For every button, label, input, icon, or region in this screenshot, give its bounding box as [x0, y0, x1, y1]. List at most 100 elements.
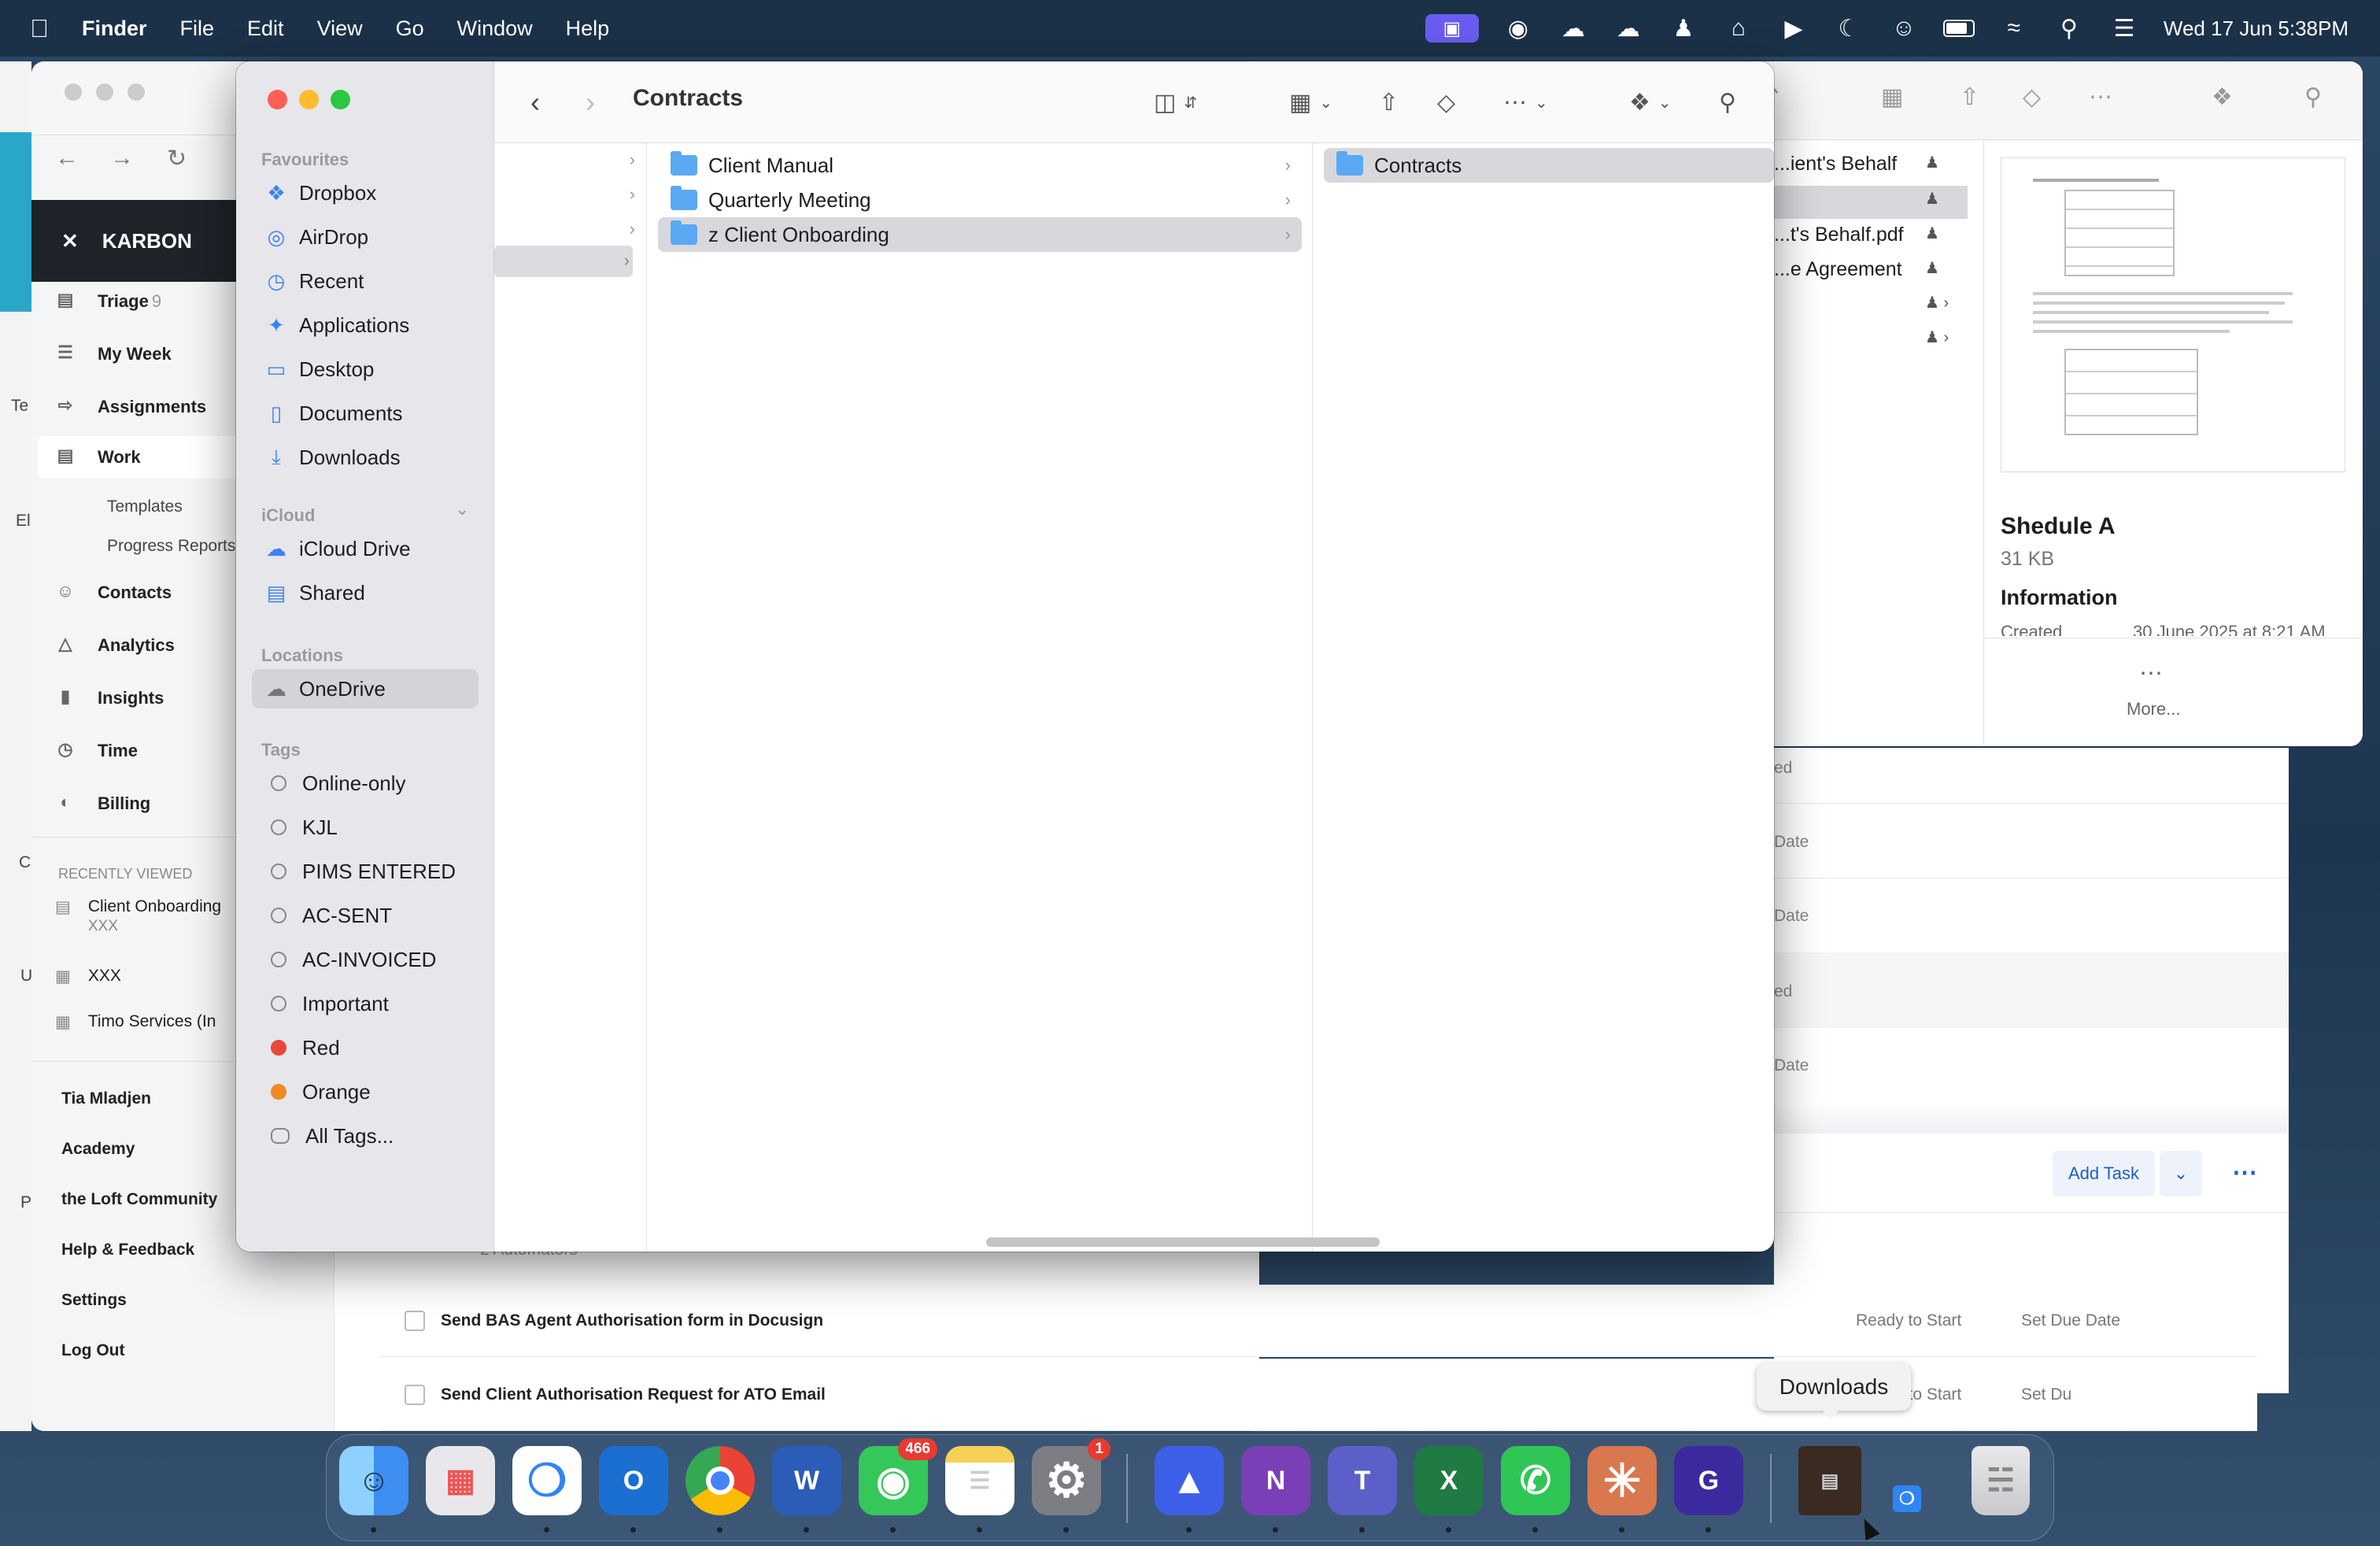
selected-row-highlight[interactable]: ›	[494, 246, 633, 277]
nav-profile[interactable]: Tia Mladjen	[61, 1089, 151, 1108]
sidebar-tag-red[interactable]: Red	[252, 1028, 479, 1067]
sidebar-tag-all-tags[interactable]: All Tags...	[252, 1116, 479, 1156]
more-icon[interactable]: ⋯	[2139, 660, 2163, 687]
share-icon[interactable]: ⇧	[1379, 85, 1399, 120]
teams-icon[interactable]: ♟	[1668, 14, 1699, 43]
recent-item[interactable]: ▤ Client Onboarding XXX	[55, 897, 221, 935]
reload-icon[interactable]: ↻	[167, 145, 187, 172]
chevron-down-icon[interactable]: ⌄	[455, 499, 469, 520]
due-date-text[interactable]: Date	[1774, 833, 1809, 852]
sidebar-item-downloads[interactable]: ⤓ Downloads	[252, 438, 479, 477]
recent-item[interactable]: ▦ Timo Services (In	[55, 1012, 216, 1032]
sidebar-item-onedrive[interactable]: ☁ OneDrive	[252, 669, 479, 708]
group-icon[interactable]: ▦	[1881, 83, 1903, 111]
sidebar-tag-pims-entered[interactable]: PIMS ENTERED	[252, 852, 479, 891]
sidebar-item-applications[interactable]: ✦ Applications	[252, 305, 479, 345]
search-icon[interactable]: ⚲	[1719, 85, 1736, 120]
cloud-sync-icon[interactable]: ☁	[1558, 14, 1589, 43]
dock-app-system-settings[interactable]: ⚙ 1	[1032, 1438, 1111, 1533]
nav-progress-reports[interactable]: Progress Reports	[107, 537, 235, 556]
nav-analytics[interactable]: △ Analytics	[54, 634, 175, 657]
sidebar-tag-ac-sent[interactable]: AC-SENT	[252, 896, 479, 935]
forward-icon[interactable]: →	[110, 145, 134, 172]
onedrive-icon[interactable]: ☁	[1613, 14, 1644, 43]
group-icon[interactable]: ▦ ⌄	[1289, 85, 1332, 120]
dock-app-launchpad[interactable]: ▦	[426, 1446, 495, 1515]
nav-my-week[interactable]: ☰ My Week	[54, 342, 172, 366]
vpn-icon[interactable]: ⌂	[1723, 14, 1754, 43]
zoom-button[interactable]	[331, 90, 350, 109]
menubar-clock[interactable]: Wed 17 Jun 5:38PM	[2164, 17, 2349, 41]
search-icon[interactable]: ⚲	[2304, 83, 2322, 111]
moon-icon[interactable]: ☾	[1833, 14, 1864, 43]
nav-templates[interactable]: Templates	[107, 497, 183, 516]
nav-contacts[interactable]: ☺ Contacts	[54, 581, 172, 605]
nav-insights[interactable]: ▮ Insights	[54, 686, 164, 710]
due-date-text[interactable]: Date	[1774, 907, 1809, 926]
more-icon[interactable]: ⋯	[2089, 83, 2112, 111]
battery-icon[interactable]	[1942, 14, 1975, 43]
sidebar-tag-online-only[interactable]: Online-only	[252, 764, 479, 803]
nav-loft-community[interactable]: the Loft Community	[61, 1190, 217, 1209]
nav-time[interactable]: ◷ Time	[54, 739, 138, 763]
minimize-button[interactable]	[299, 90, 319, 109]
control-center-icon[interactable]: ☰	[2108, 14, 2140, 43]
menu-app-name[interactable]: Finder	[82, 17, 147, 41]
sidebar-item-shared[interactable]: ▤ Shared	[252, 573, 479, 612]
file-row[interactable]: ...t's Behalf.pdf	[1774, 224, 1904, 246]
menu-help[interactable]: Help	[566, 17, 610, 41]
tag-icon[interactable]: ◇	[2023, 83, 2041, 111]
task-checkbox[interactable]	[405, 1310, 425, 1331]
dock-app-word[interactable]: W	[772, 1446, 841, 1533]
close-button[interactable]	[268, 90, 287, 109]
sidebar-tag-ac-invoiced[interactable]: AC-INVOICED	[252, 940, 479, 979]
due-date-text[interactable]: Date	[1774, 1056, 1809, 1075]
nav-log-out[interactable]: Log Out	[61, 1341, 124, 1360]
dock-app-safari[interactable]: ❍	[512, 1446, 582, 1533]
menu-view[interactable]: View	[317, 17, 363, 41]
folder-row[interactable]: Quarterly Meeting ›	[658, 183, 1302, 217]
task-status[interactable]: Ready to Start	[1856, 1311, 2021, 1330]
dock-downloads-stack[interactable]: ▤	[1798, 1446, 1861, 1515]
dock-app-whatsapp[interactable]: ✆	[1501, 1446, 1570, 1533]
sidebar-tag-important[interactable]: Important	[252, 984, 479, 1023]
menu-edit[interactable]: Edit	[247, 17, 284, 41]
apple-menu-icon[interactable]: 	[30, 14, 49, 43]
sidebar-item-icloud-drive[interactable]: ☁ iCloud Drive	[252, 529, 479, 568]
dock-app-notes[interactable]: ☰	[945, 1446, 1014, 1533]
tag-icon[interactable]: ◇	[1437, 85, 1455, 120]
dock-app-outlook[interactable]: O	[599, 1446, 668, 1533]
karbon-zoom-button[interactable]	[128, 83, 145, 101]
add-task-button[interactable]: Add Task	[2053, 1151, 2155, 1196]
forward-icon[interactable]: ›	[586, 85, 595, 120]
dropbox-icon[interactable]: ❖	[2212, 83, 2233, 111]
karbon-minimize-button[interactable]	[96, 83, 113, 101]
folder-row[interactable]: Contracts	[1324, 148, 1774, 183]
sidebar-item-airdrop[interactable]: ◎ AirDrop	[252, 217, 479, 257]
column-view-icon[interactable]: ◫ ⇵	[1154, 85, 1197, 120]
dock-app-teams[interactable]: T	[1328, 1446, 1397, 1533]
task-title[interactable]: Send Client Authorisation Request for AT…	[441, 1385, 1856, 1404]
close-icon[interactable]: ✕	[61, 229, 79, 253]
sidebar-tag-orange[interactable]: Orange	[252, 1072, 479, 1111]
nav-academy[interactable]: Academy	[61, 1140, 135, 1159]
sidebar-item-dropbox[interactable]: ❖ Dropbox	[252, 173, 479, 213]
task-row[interactable]: Send BAS Agent Authorisation form in Doc…	[379, 1285, 2257, 1357]
more-options-icon[interactable]: ⋯	[2232, 1157, 2257, 1187]
sidebar-item-desktop[interactable]: ▭ Desktop	[252, 350, 479, 389]
back-icon[interactable]: ‹	[530, 85, 540, 120]
dock-app-finder[interactable]: ☺	[339, 1446, 408, 1533]
nav-assignments[interactable]: ⇨ Assignments	[54, 395, 206, 419]
nav-billing[interactable]: ◐ Billing	[54, 792, 150, 816]
screen-share-icon[interactable]: ▣	[1425, 14, 1479, 43]
task-row[interactable]	[1774, 952, 2289, 1028]
task-due-date[interactable]: Set Du	[2021, 1385, 2257, 1404]
sidebar-tag-kjl[interactable]: KJL	[252, 808, 479, 847]
folder-row[interactable]: Client Manual ›	[658, 148, 1302, 183]
dock-minimized-window[interactable]: ❍	[1893, 1485, 1921, 1512]
share-icon[interactable]: ⇧	[1960, 83, 1979, 111]
dock-app-excel[interactable]: X	[1414, 1446, 1484, 1533]
recent-item[interactable]: ▦ XXX	[55, 967, 121, 986]
record-icon[interactable]: ◉	[1502, 14, 1534, 43]
folder-row[interactable]: z Client Onboarding ›	[658, 217, 1302, 252]
